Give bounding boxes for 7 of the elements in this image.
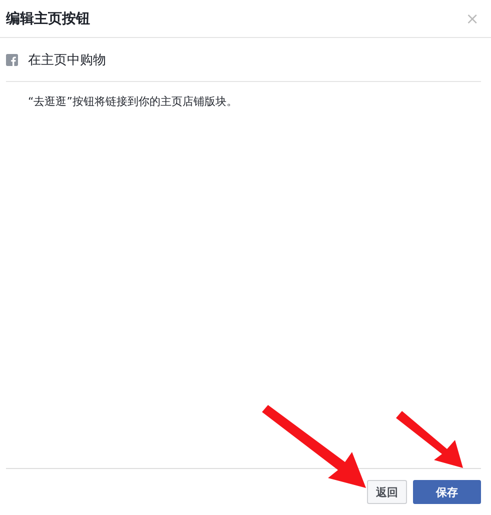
option-label: 在主页中购物 — [28, 52, 106, 68]
save-button[interactable]: 保存 — [413, 480, 481, 504]
back-button[interactable]: 返回 — [367, 480, 407, 504]
dialog-title: 编辑主页按钮 — [6, 10, 90, 28]
description-text: “去逛逛”按钮将链接到你的主页店铺版块。 — [28, 94, 238, 109]
arrow-drawing — [396, 411, 463, 468]
facebook-icon — [6, 54, 18, 66]
